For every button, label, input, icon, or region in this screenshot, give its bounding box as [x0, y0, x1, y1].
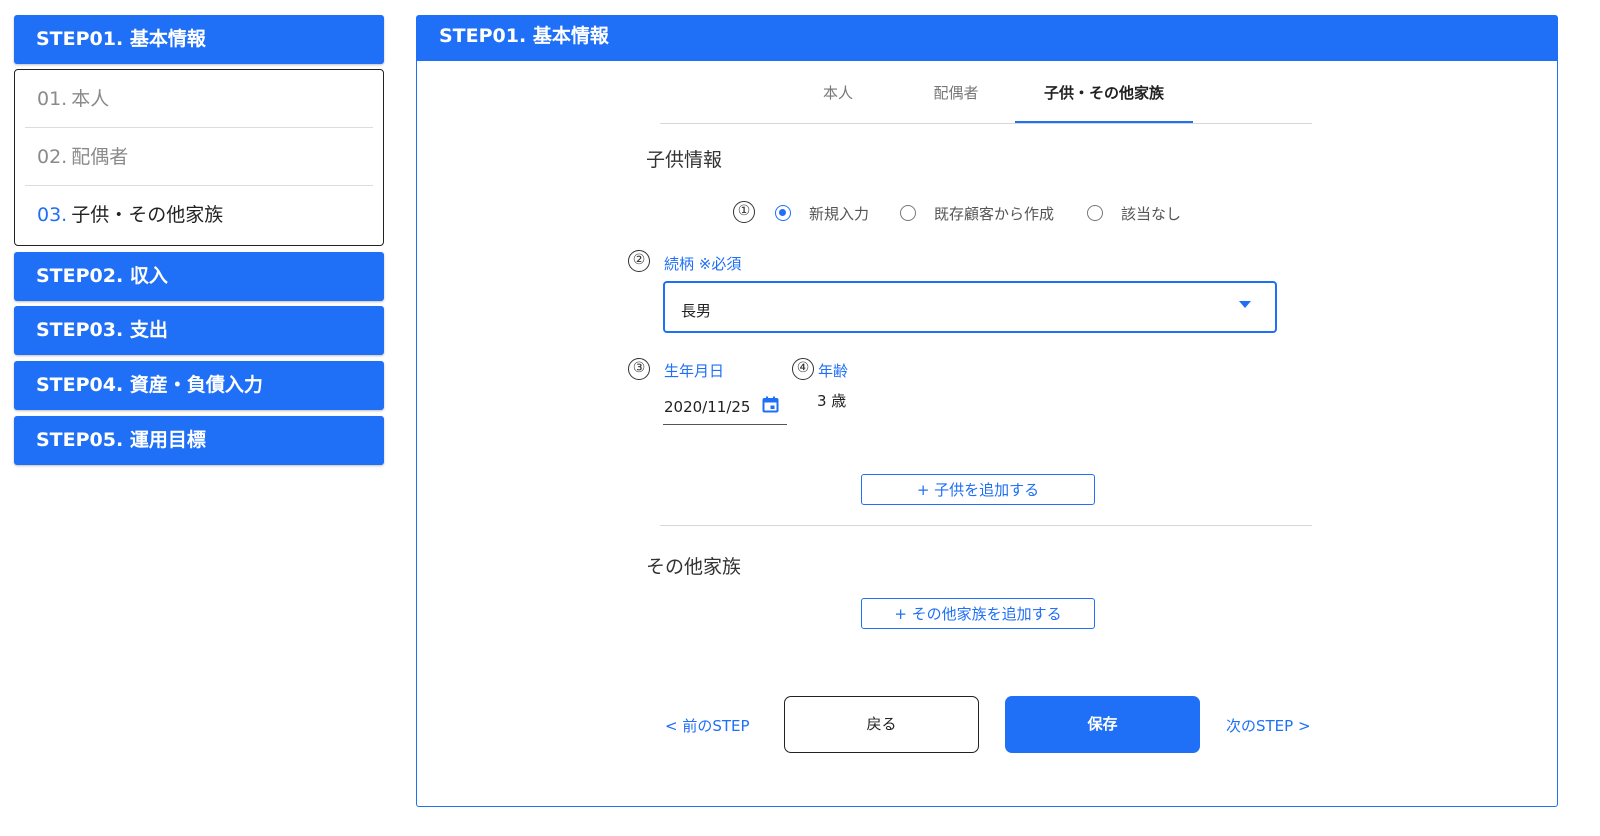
prev-step-link[interactable]: < 前のSTEP [665, 715, 750, 736]
sidebar-step02[interactable]: STEP02. 収入 [14, 252, 384, 301]
sidebar-step01-submenu: 01. 本人 02. 配偶者 03. 子供・その他家族 [14, 69, 384, 246]
panel-title: STEP01. 基本情報 [417, 16, 1557, 61]
sidebar-step04[interactable]: STEP04. 資産・負債入力 [14, 361, 384, 410]
sidebar-item-children-family[interactable]: 03. 子供・その他家族 [25, 186, 373, 244]
marker-2: ② [628, 250, 650, 272]
radio-from-existing-customer[interactable] [900, 205, 916, 221]
relationship-select-value: 長男 [681, 302, 712, 320]
age-value: 3 歳 [817, 392, 847, 410]
radio-new-input[interactable] [775, 205, 791, 221]
sidebar-step03[interactable]: STEP03. 支出 [14, 306, 384, 355]
children-section-title: 子供情報 [646, 149, 723, 171]
sidebar-item-number: 03. [37, 204, 68, 226]
add-child-button[interactable]: + 子供を追加する [861, 474, 1095, 505]
sidebar-item-honnin[interactable]: 01. 本人 [25, 70, 373, 128]
age-label: 年齢 [818, 362, 849, 380]
tab-children-family[interactable]: 子供・その他家族 [1015, 80, 1193, 123]
main-panel: STEP01. 基本情報 [416, 15, 1558, 807]
birthdate-input[interactable]: 2020/11/25 [663, 392, 787, 425]
sidebar-step01[interactable]: STEP01. 基本情報 [14, 15, 384, 64]
birthdate-value: 2020/11/25 [664, 398, 751, 416]
other-family-section-title: その他家族 [646, 556, 742, 578]
tab-honnin[interactable]: 本人 [810, 80, 866, 123]
sidebar-item-label: 子供・その他家族 [71, 204, 224, 226]
tab-haigusha[interactable]: 配偶者 [922, 80, 990, 123]
relationship-label: 続柄 ※必須 [664, 255, 742, 273]
chevron-down-icon [1239, 301, 1251, 308]
tabs-divider [660, 123, 1312, 124]
relationship-select[interactable]: 長男 [663, 281, 1277, 333]
next-step-link[interactable]: 次のSTEP > [1226, 715, 1311, 736]
radio-not-applicable-label: 該当なし [1121, 205, 1182, 223]
sidebar-item-label: 配偶者 [71, 146, 129, 168]
back-button[interactable]: 戻る [784, 696, 979, 753]
sidebar-item-label: 本人 [71, 88, 110, 110]
sidebar-item-haigusha[interactable]: 02. 配偶者 [25, 128, 373, 186]
marker-1: ① [733, 201, 755, 223]
radio-not-applicable[interactable] [1087, 205, 1103, 221]
calendar-icon[interactable] [762, 396, 779, 413]
marker-4: ④ [792, 358, 814, 380]
sidebar-item-number: 02. [37, 146, 68, 168]
sidebar-step05[interactable]: STEP05. 運用目標 [14, 416, 384, 465]
birthdate-label: 生年月日 [664, 362, 725, 380]
marker-3: ③ [628, 358, 650, 380]
add-other-family-button[interactable]: + その他家族を追加する [861, 598, 1095, 629]
sidebar-item-number: 01. [37, 88, 68, 110]
section-divider [660, 525, 1312, 526]
save-button[interactable]: 保存 [1005, 696, 1200, 753]
radio-from-existing-customer-label: 既存顧客から作成 [934, 205, 1055, 223]
radio-new-input-label: 新規入力 [809, 205, 870, 223]
